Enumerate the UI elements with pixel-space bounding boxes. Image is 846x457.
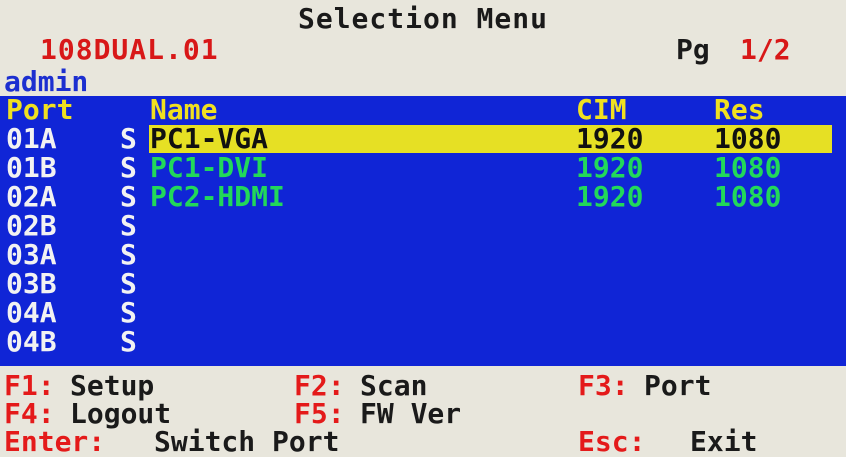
scan-flag: S	[120, 209, 137, 242]
cim-height: 1080	[714, 122, 782, 155]
port-name: PC1-DVI	[150, 151, 269, 184]
port-row-04a[interactable]: 04A S	[0, 299, 846, 328]
current-user: admin	[4, 65, 89, 98]
shortcut-key: Enter:	[4, 425, 106, 457]
cim-height: 1080	[714, 180, 782, 213]
scan-flag: S	[120, 238, 137, 271]
shortcut-label: Logout	[70, 397, 172, 430]
port-row-02a[interactable]: 02A S PC2-HDMI 1920 1080	[0, 183, 846, 212]
shortcut-key: F1:	[4, 369, 55, 402]
port-id: 01A	[6, 122, 57, 155]
kvm-osd-screen: Selection Menu 108DUAL.01 Pg 1/2 admin P…	[0, 0, 846, 457]
shortcut-label: Switch Port	[154, 425, 340, 457]
scan-flag: S	[120, 180, 137, 213]
page-indicator: 1/2	[740, 33, 791, 66]
cim-width: 1920	[576, 151, 644, 184]
shortcut-key: F4:	[4, 397, 55, 430]
shortcut-key: Esc:	[578, 425, 646, 457]
shortcut-label: Setup	[70, 369, 155, 402]
cim-height: 1080	[714, 151, 782, 184]
column-header-res: Res	[714, 93, 765, 126]
scan-flag: S	[120, 151, 137, 184]
port-row-02b[interactable]: 02B S	[0, 212, 846, 241]
port-table: Port Name CIM Res 01A S PC1-VGA 1920 108…	[0, 96, 846, 366]
port-id: 04B	[6, 325, 57, 358]
shortcut-label: Port	[644, 369, 712, 402]
model-name: 108DUAL.01	[40, 33, 219, 66]
port-row-01b[interactable]: 01B S PC1-DVI 1920 1080	[0, 154, 846, 183]
page-label: Pg	[676, 33, 710, 66]
port-row-03b[interactable]: 03B S	[0, 270, 846, 299]
column-header-name: Name	[150, 93, 218, 126]
menu-title: Selection Menu	[297, 2, 548, 35]
port-id: 03B	[6, 267, 57, 300]
scan-flag: S	[120, 325, 137, 358]
cim-width: 1920	[576, 180, 644, 213]
port-id: 02B	[6, 209, 57, 242]
cim-width: 1920	[576, 122, 644, 155]
shortcut-key: F3:	[578, 369, 629, 402]
port-id: 01B	[6, 151, 57, 184]
port-id: 03A	[6, 238, 57, 271]
port-name: PC1-VGA	[150, 122, 269, 155]
column-header-port: Port	[6, 93, 74, 126]
scan-flag: S	[120, 267, 137, 300]
port-row-03a[interactable]: 03A S	[0, 241, 846, 270]
port-id: 04A	[6, 296, 57, 329]
shortcut-label: Scan	[360, 369, 428, 402]
shortcut-label: FW Ver	[360, 397, 462, 430]
shortcut-legend: F1: Setup F2: Scan F3: Port F4: Logout F…	[0, 368, 846, 457]
port-row-01a[interactable]: 01A S PC1-VGA 1920 1080	[0, 125, 846, 154]
table-header: Port Name CIM Res	[0, 96, 846, 124]
column-header-cim: CIM	[576, 93, 627, 126]
port-id: 02A	[6, 180, 57, 213]
port-name: PC2-HDMI	[150, 180, 285, 213]
scan-flag: S	[120, 296, 137, 329]
shortcut-key: F5:	[294, 397, 345, 430]
scan-flag: S	[120, 122, 137, 155]
port-row-04b[interactable]: 04B S	[0, 328, 846, 357]
shortcut-label: Exit	[690, 425, 758, 457]
shortcut-key: F2:	[294, 369, 345, 402]
